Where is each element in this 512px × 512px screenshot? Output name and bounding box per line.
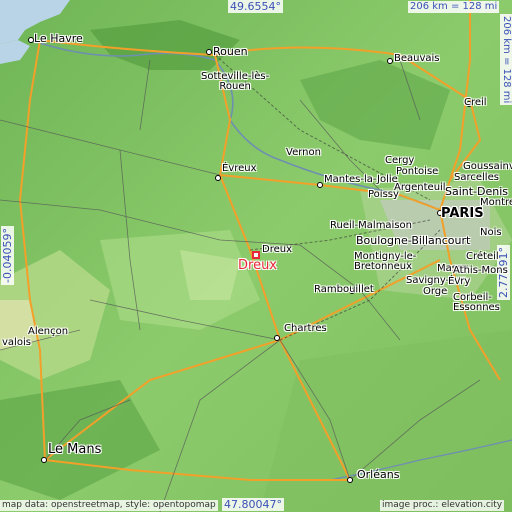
place-label-cergy: Cergy [385,155,415,166]
longitude-left-label: -0.04059° [1,226,14,285]
place-label-orge: Orge [423,286,448,297]
place-label-montigny: Montigny-le- Bretonneux [354,251,417,272]
place-label-mantes: Mantes-la-Jolie [324,174,398,185]
place-label-valois: valois [2,337,31,348]
scale-horizontal: 206 km = 128 mi [408,1,500,13]
place-label-creil: Creil [464,97,487,108]
place-dot [317,182,323,188]
place-label-le-havre: Le Havre [34,32,83,45]
place-label-montreuil: Montre [480,197,512,208]
place-label-creteil: Créteil [466,251,499,262]
image-credit: image proc.: elevation.city [380,500,505,511]
place-label-le-mans: Le Mans [48,442,102,457]
place-dot [347,477,353,483]
place-label-corbeil: Corbeil- Essonnes [453,292,500,313]
place-label-sarcelles: Sarcelles [454,172,499,183]
place-label-chartres: Chartres [284,323,327,334]
place-label-evry: Évry [448,276,471,287]
place-label-argenteuil: Argenteuil [394,182,446,193]
place-label-rambouillet: Rambouillet [314,284,374,295]
place-label-paris: PARIS [441,206,484,221]
place-label-goussainville: Goussainville [463,161,512,172]
focus-location-label: Dreux [238,258,277,273]
latitude-bottom-label: 47.80047° [222,498,284,511]
place-dot [206,49,212,55]
place-label-rueil: Rueil-Malmaison [330,220,413,231]
place-dot [274,335,280,341]
place-label-rouen: Rouen [213,45,248,58]
map-credit: map data: openstreetmap, style: opentopo… [0,500,218,511]
place-label-saint-denis: Saint-Denis [445,185,509,198]
place-label-noisy: Nois [480,227,502,238]
place-label-poissy: Poissy [368,189,399,200]
place-label-alencon: Alençon [28,326,69,337]
place-label-dreux-town: Dreux [262,244,292,255]
scale-vertical: 206 km = 128 mi [500,14,512,106]
place-label-beauvais: Beauvais [394,53,440,64]
place-dot [387,58,393,64]
place-label-evreux: Évreux [222,163,257,174]
map-view[interactable]: 49.6554° 47.80047° -0.04059° 2.77191° 20… [0,0,512,512]
place-label-orleans: Orléans [357,468,400,481]
latitude-top-label: 49.6554° [228,0,283,13]
place-dot [215,175,221,181]
place-dot [41,457,47,463]
place-label-vernon: Vernon [286,147,321,158]
place-label-sotteville: Sotteville-lès- Rouen [201,71,270,92]
place-label-pontoise: Pontoise [396,166,439,177]
place-label-boulogne: Boulogne-Billancourt [356,234,471,247]
